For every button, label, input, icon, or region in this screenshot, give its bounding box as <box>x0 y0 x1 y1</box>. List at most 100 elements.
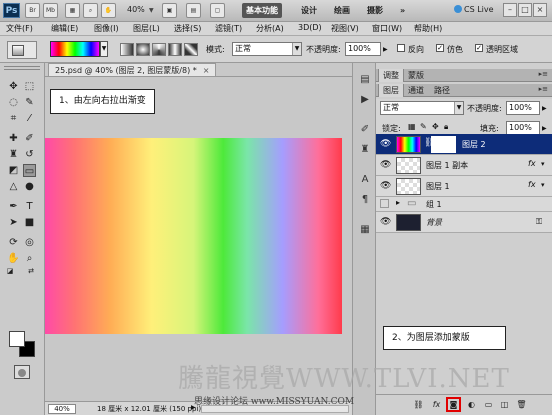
clone-stamp-tool-icon[interactable]: ♜ <box>7 148 20 161</box>
tab-channels[interactable]: 通道 <box>404 84 428 97</box>
menu-view[interactable]: 视图(V) <box>331 23 359 34</box>
gradient-tool-icon[interactable]: ▭ <box>23 164 36 177</box>
dodge-tool-icon[interactable]: ● <box>23 180 36 193</box>
visibility-eye-icon[interactable]: 👁︎ <box>380 139 391 149</box>
minimize-button[interactable]: – <box>503 3 517 17</box>
mode-select[interactable]: 正常 ▼ <box>232 42 302 56</box>
visibility-toggle[interactable] <box>380 199 389 208</box>
menu-3d[interactable]: 3D(D) <box>298 23 322 32</box>
layer-row-layer1[interactable]: 👁︎ 图层 1 fx ▾ <box>376 176 552 197</box>
marquee-tool-icon[interactable]: ⬚ <box>23 80 36 93</box>
dither-checkbox[interactable]: ✓ <box>436 44 444 52</box>
adjustment-layer-icon[interactable]: ◐ <box>465 399 478 411</box>
mini-bridge-button[interactable]: Mb <box>43 3 58 18</box>
canvas-viewport[interactable]: 1、由左向右拉出渐变 <box>45 76 352 401</box>
quick-mask-button[interactable] <box>14 365 30 379</box>
3d-rotate-tool-icon[interactable]: ⟳ <box>7 236 20 249</box>
hand-tool-icon[interactable]: ✋ <box>101 3 116 18</box>
menu-file[interactable]: 文件(F) <box>6 23 33 34</box>
lock-transparent-icon[interactable]: ▦ <box>408 122 416 131</box>
zoom-tool-icon[interactable]: ⌕ <box>83 3 98 18</box>
gradient-canvas[interactable] <box>45 138 342 334</box>
opacity-input[interactable]: 100% <box>345 42 381 56</box>
paragraph-panel-icon[interactable]: ¶ <box>358 193 372 206</box>
menu-help[interactable]: 帮助(H) <box>414 23 442 34</box>
opacity-slider-arrow[interactable]: ▶ <box>383 46 388 53</box>
pen-tool-icon[interactable]: ✒ <box>7 200 20 213</box>
brush-panel-icon[interactable]: ✐ <box>358 123 372 136</box>
visibility-eye-icon[interactable]: 👁︎ <box>380 160 391 170</box>
gradient-picker-arrow[interactable]: ▼ <box>100 41 108 57</box>
move-tool-icon[interactable]: ✥ <box>7 80 20 93</box>
status-menu-arrow[interactable]: ▶ <box>191 404 196 411</box>
lock-all-icon[interactable]: 🔒︎ <box>444 122 448 132</box>
fill-input[interactable]: 100% <box>506 121 540 135</box>
layer-thumbnail[interactable] <box>396 136 421 153</box>
layer-row-background[interactable]: 👁︎ 背景 ⚿ <box>376 212 552 233</box>
zoom-level-select[interactable]: 40% <box>127 5 145 14</box>
reverse-checkbox[interactable] <box>397 44 405 52</box>
tool-preset-picker[interactable] <box>7 41 37 59</box>
healing-brush-tool-icon[interactable]: ✚ <box>7 132 20 145</box>
opacity-slider-arrow[interactable]: ▶ <box>542 105 547 112</box>
close-icon[interactable]: × <box>203 66 210 75</box>
layers-panel-menu-icon[interactable]: ▸≡ <box>539 85 548 93</box>
hand-tool-icon[interactable]: ✋ <box>7 252 20 265</box>
toolbar-grip[interactable] <box>4 66 40 70</box>
crop-tool-icon[interactable]: ⌗ <box>7 112 20 125</box>
actions-panel-icon[interactable]: ▶ <box>358 93 372 106</box>
diamond-gradient-icon[interactable] <box>184 43 198 56</box>
lock-image-icon[interactable]: ✎ <box>420 122 427 131</box>
layer-thumbnail[interactable] <box>396 178 421 195</box>
quick-select-tool-icon[interactable]: ✎ <box>23 96 36 109</box>
history-brush-tool-icon[interactable]: ↺ <box>23 148 36 161</box>
close-button[interactable]: × <box>533 3 547 17</box>
tab-adjustments[interactable]: 调整 <box>378 69 404 82</box>
screen-mode-2-icon[interactable]: ▢ <box>210 3 225 18</box>
restore-button[interactable]: □ <box>518 3 532 17</box>
new-group-icon[interactable]: ▭ <box>482 399 495 411</box>
menu-select[interactable]: 选择(S) <box>174 23 201 34</box>
3d-orbit-tool-icon[interactable]: ◎ <box>23 236 36 249</box>
layer-row-group1[interactable]: ▸ ▭ 组 1 <box>376 197 552 212</box>
radial-gradient-icon[interactable] <box>136 43 150 56</box>
visibility-eye-icon[interactable]: 👁︎ <box>380 181 391 191</box>
menu-image[interactable]: 图像(I) <box>94 23 119 34</box>
document-tab[interactable]: 25.psd @ 40% (图层 2, 图层蒙版/8) * × <box>48 63 217 76</box>
swatches-panel-icon[interactable]: ▦ <box>358 223 372 236</box>
reflected-gradient-icon[interactable] <box>168 43 182 56</box>
chevron-down-icon[interactable]: ▾ <box>541 181 545 189</box>
blend-mode-select[interactable]: 正常 ▼ <box>380 101 464 115</box>
chevron-down-icon[interactable]: ▾ <box>541 160 545 168</box>
layer-row-layer1-copy[interactable]: 👁︎ 图层 1 副本 fx ▾ <box>376 155 552 176</box>
workspace-painting[interactable]: 绘画 <box>330 3 354 18</box>
tab-layers[interactable]: 图层 <box>378 84 404 97</box>
brush-tool-icon[interactable]: ✐ <box>23 132 36 145</box>
layer-effects-icon[interactable]: fx <box>528 159 536 168</box>
clone-source-panel-icon[interactable]: ♜ <box>358 143 372 156</box>
lock-position-icon[interactable]: ✥ <box>432 122 439 131</box>
shape-tool-icon[interactable]: ■ <box>23 216 36 229</box>
menu-window[interactable]: 窗口(W) <box>372 23 402 34</box>
eraser-tool-icon[interactable]: ◩ <box>7 164 20 177</box>
workspace-photography[interactable]: 摄影 <box>363 3 387 18</box>
horizontal-scrollbar[interactable] <box>201 405 349 413</box>
cs-live-button[interactable]: CS Live <box>454 5 494 14</box>
menu-layer[interactable]: 图层(L) <box>133 23 160 34</box>
delete-layer-icon[interactable]: 🗑︎ <box>515 399 528 411</box>
angle-gradient-icon[interactable] <box>152 43 166 56</box>
bridge-button[interactable]: Br <box>25 3 40 18</box>
screen-mode-icon[interactable]: ▣ <box>162 3 177 18</box>
menu-analysis[interactable]: 分析(A) <box>256 23 284 34</box>
history-panel-icon[interactable]: ▤ <box>358 73 372 86</box>
arrange-documents-icon[interactable]: ▤ <box>186 3 201 18</box>
gradient-preview[interactable] <box>50 41 100 57</box>
layer-row-layer2[interactable]: 👁︎ ⛓︎ 图层 2 <box>376 134 552 155</box>
blur-tool-icon[interactable]: △ <box>7 180 20 193</box>
linear-gradient-icon[interactable] <box>120 43 134 56</box>
layer-mask-thumbnail[interactable] <box>431 136 456 153</box>
add-layer-mask-icon[interactable]: ◙ <box>446 397 461 412</box>
add-layer-style-icon[interactable]: fx <box>430 399 443 411</box>
status-zoom-input[interactable]: 40% <box>48 404 76 414</box>
default-colors-icon[interactable]: ◪ <box>5 266 15 276</box>
